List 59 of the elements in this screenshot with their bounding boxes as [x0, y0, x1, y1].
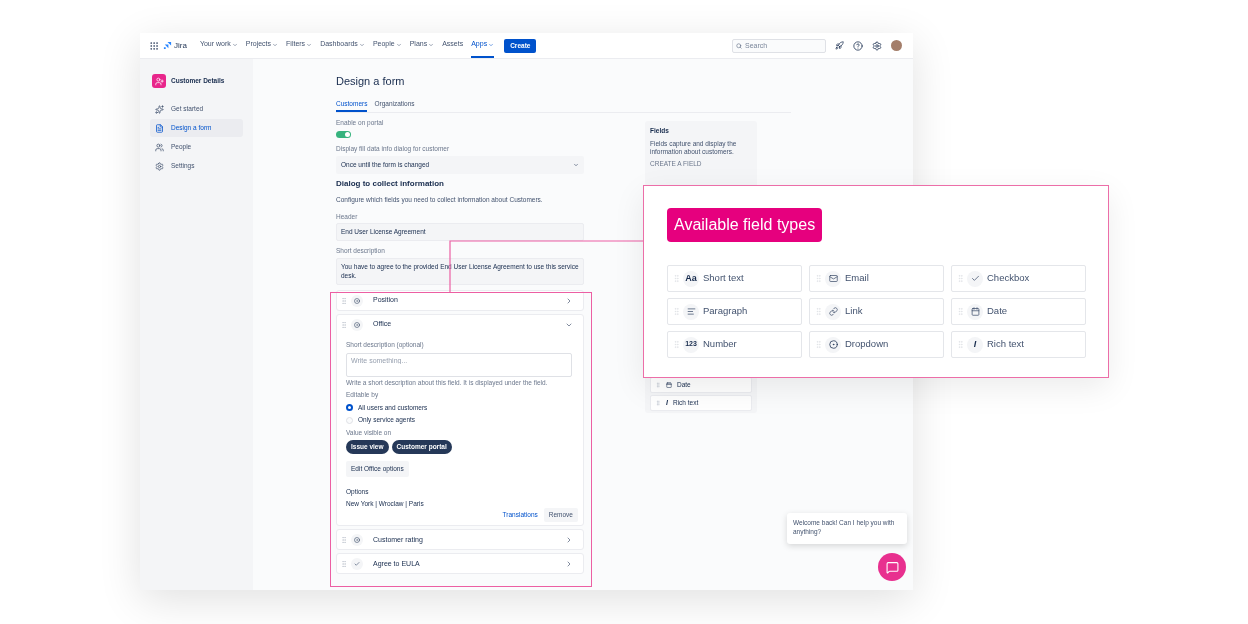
settings-icon[interactable]	[872, 40, 882, 51]
field-type-item[interactable]: I Rich text	[951, 331, 1086, 358]
drag-handle-icon[interactable]	[340, 296, 348, 305]
chat-icon	[885, 560, 899, 574]
chevron-right-icon[interactable]	[565, 535, 573, 544]
drag-handle-icon	[655, 382, 661, 389]
calendar-icon	[666, 382, 672, 389]
callout-title: Available field types	[667, 208, 823, 242]
drag-handle-icon	[956, 340, 965, 349]
drag-handle-icon	[655, 400, 661, 407]
link-icon	[828, 307, 838, 316]
search-icon	[736, 42, 742, 49]
help-icon[interactable]	[853, 40, 863, 51]
radio-button[interactable]	[346, 403, 353, 411]
drag-handle-icon	[672, 274, 681, 283]
drag-handle-icon	[814, 340, 823, 349]
drag-handle-icon[interactable]	[340, 535, 348, 544]
envelope-icon	[828, 274, 838, 283]
check-icon	[354, 560, 360, 567]
drag-handle-icon	[672, 307, 681, 316]
field-type-item[interactable]: Date	[951, 298, 1086, 325]
field-type-item[interactable]: Link	[809, 298, 944, 325]
app-grid-icon[interactable]	[149, 40, 159, 51]
settings-icon	[155, 161, 164, 171]
dot-circle-icon	[354, 297, 360, 304]
drag-handle-icon	[814, 274, 823, 283]
drag-handle-icon[interactable]	[340, 320, 348, 329]
chevron-right-icon[interactable]	[565, 559, 573, 568]
field-type-item[interactable]: Email	[809, 265, 944, 292]
people-icon	[155, 142, 164, 152]
chevron-right-icon[interactable]	[565, 296, 573, 305]
calendar-icon	[970, 307, 980, 316]
lines-icon	[686, 307, 696, 316]
drag-handle-icon	[814, 307, 823, 316]
drag-handle-icon[interactable]	[340, 559, 348, 568]
check-icon	[970, 274, 980, 283]
rocket-icon[interactable]	[835, 41, 844, 50]
type-glyph: Aa	[685, 271, 697, 285]
field-type-item[interactable]: Checkbox	[951, 265, 1086, 292]
logo-text[interactable]: Jira	[174, 39, 187, 52]
chevron-down-icon	[573, 161, 579, 168]
drag-handle-icon	[956, 274, 965, 283]
dot-circle-icon	[828, 340, 838, 349]
section-title: Dialog to collect information	[336, 177, 445, 190]
type-glyph: I	[973, 337, 977, 351]
logo-icon[interactable]	[163, 41, 172, 50]
dot-circle-icon	[354, 321, 360, 328]
document-icon	[155, 123, 164, 133]
toggle-switch[interactable]	[336, 131, 351, 138]
page-title: Design a form	[336, 74, 406, 89]
project-icon	[154, 76, 164, 86]
field-type-item[interactable]: Aa Short text	[667, 265, 802, 292]
dot-circle-icon	[354, 536, 360, 543]
field-type-item[interactable]: Paragraph	[667, 298, 802, 325]
drag-handle-icon	[672, 340, 681, 349]
drag-handle-icon	[956, 307, 965, 316]
sparkle-icon	[155, 104, 164, 114]
field-type-item[interactable]: Dropdown	[809, 331, 944, 358]
avatar[interactable]	[891, 40, 902, 51]
